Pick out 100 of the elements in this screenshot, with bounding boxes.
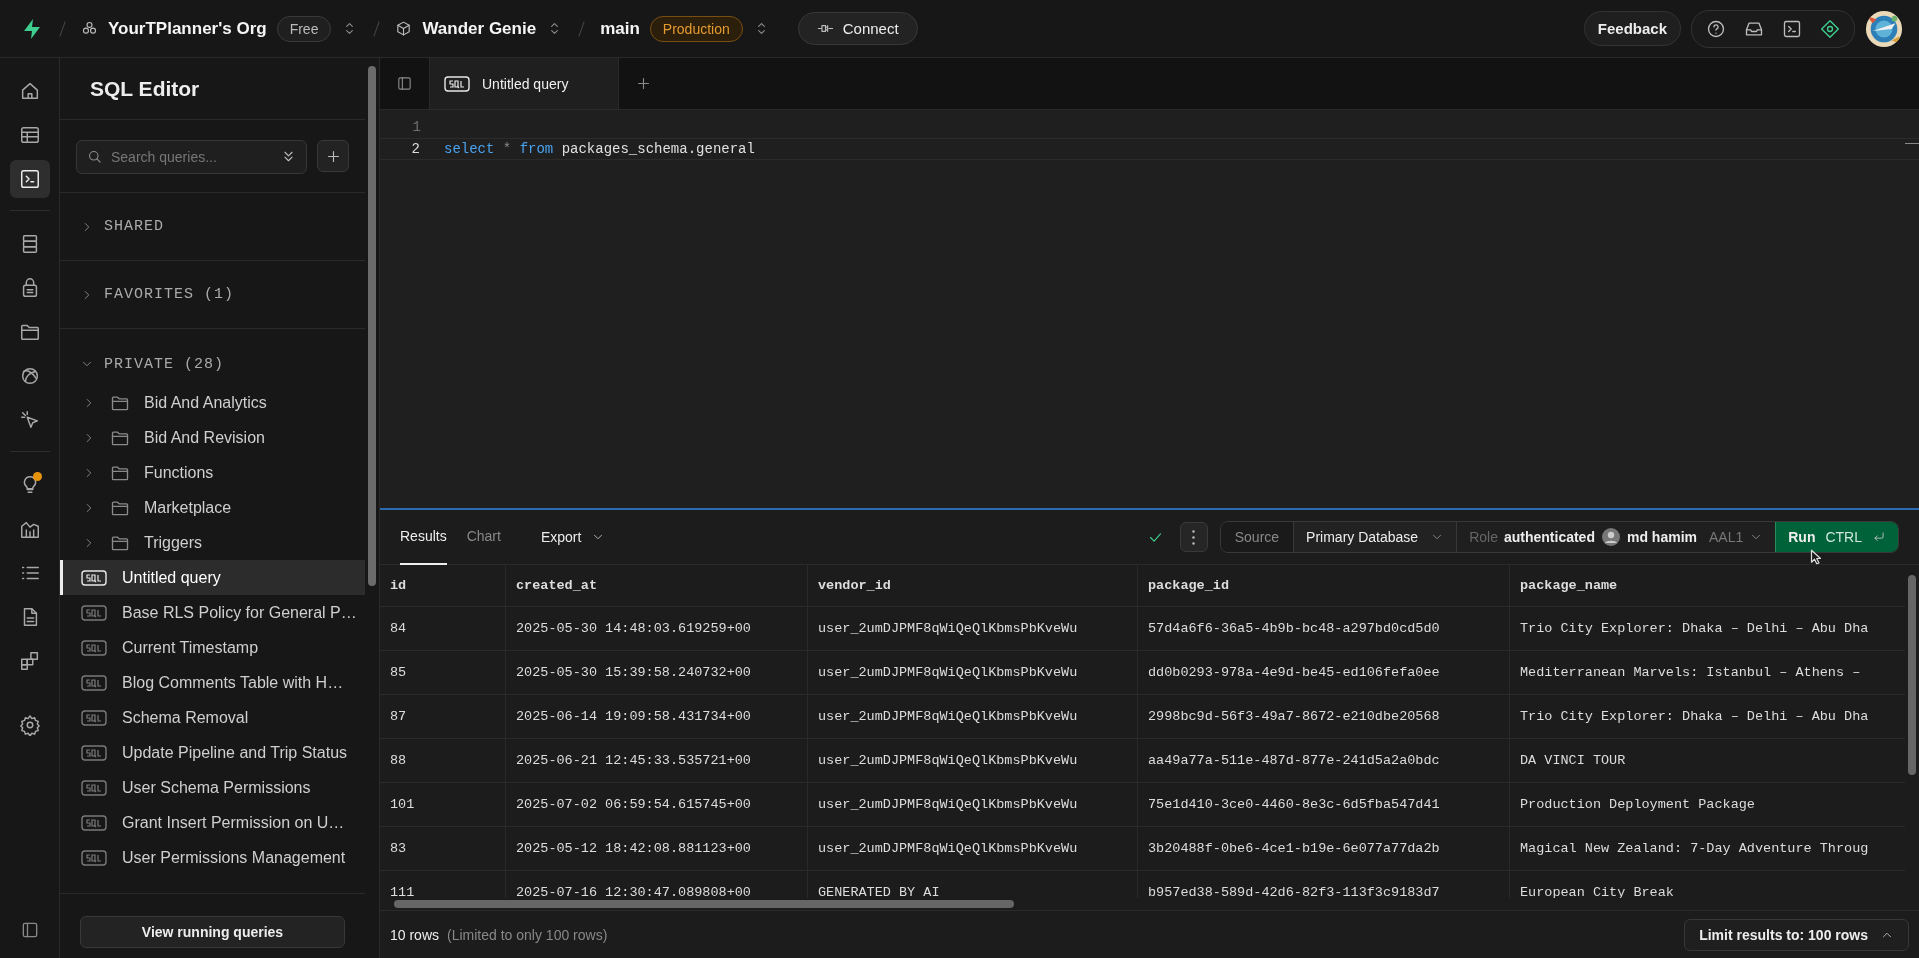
terminal-icon[interactable] — [1782, 18, 1802, 39]
sql-file-icon — [81, 744, 107, 761]
table-cell: 2025-05-12 18:42:08.881123+00 — [506, 827, 808, 870]
plan-badge: Free — [276, 15, 332, 42]
folder-item[interactable]: Bid And Revision — [60, 420, 365, 455]
role-label: Role — [1469, 529, 1498, 545]
role-value: authenticated — [1503, 529, 1595, 545]
user-avatar-icon — [1600, 527, 1621, 547]
editor-tab[interactable]: Untitled query — [430, 58, 620, 109]
folder-item[interactable]: Bid And Analytics — [60, 385, 365, 420]
shortcut-label: CTRL — [1825, 529, 1862, 545]
sql-file-icon — [444, 75, 470, 92]
user-name: md hamim — [1626, 529, 1697, 545]
help-icon[interactable] — [1706, 18, 1726, 39]
query-item[interactable]: Current Timestamp — [60, 630, 365, 665]
table-cell: 88 — [380, 739, 506, 782]
table-cell: 101 — [380, 783, 506, 826]
table-cell: 2025-06-21 12:45:33.535721+00 — [506, 739, 808, 782]
query-item[interactable]: Grant Insert Permission on U… — [60, 805, 365, 840]
table-cell-text: Trio City Explorer: Dhaka – Delhi – Abu Dha — [1519, 620, 1870, 638]
run-button[interactable]: Run CTRL — [1775, 522, 1898, 552]
table-cell-text: European City Break — [1519, 884, 1675, 898]
scrollbar[interactable] — [368, 66, 376, 586]
feedback-button[interactable]: Feedback — [1583, 11, 1681, 46]
table-cell: 2025-07-02 06:59:54.615745+00 — [506, 783, 808, 826]
row-count: 10 rows — [390, 926, 440, 943]
sql-file-icon — [81, 674, 107, 691]
table-cell-text: Production Deployment Package — [1519, 796, 1756, 814]
table-cell: 3b20488f-0be6-4ce1-b19e-6e077a77da2b — [1138, 827, 1510, 870]
project-name[interactable]: Wander Genie — [422, 18, 537, 39]
row-limit-note: (Limited to only 100 rows) — [447, 926, 608, 943]
table-cell: 85 — [380, 651, 506, 694]
table-cell: user_2umDJPMF8qWiQeQlKbmsPbKveWu — [808, 739, 1138, 782]
organization-icon — [81, 20, 98, 37]
environment-badge: Production — [649, 15, 743, 42]
table-cell-text: Mediterranean Marvels: Istanbul – Athens – — [1519, 664, 1862, 682]
query-item[interactable]: Schema Removal — [60, 700, 365, 735]
table-cell: user_2umDJPMF8qWiQeQlKbmsPbKveWu — [808, 783, 1138, 826]
sql-file-icon — [81, 604, 107, 621]
query-item[interactable]: Base RLS Policy for General P… — [60, 595, 365, 630]
export-button[interactable]: Export — [534, 528, 612, 546]
sidebar-title: SQL Editor — [60, 58, 365, 120]
sql-file-icon — [81, 709, 107, 726]
table-cell: user_2umDJPMF8qWiQeQlKbmsPbKveWu — [808, 827, 1138, 870]
scrollbar[interactable] — [1908, 575, 1916, 775]
organization-name[interactable]: YourTPlanner's Org — [108, 18, 267, 39]
query-item[interactable]: Untitled query — [60, 560, 365, 595]
limit-dropdown[interactable]: Limit results to: 100 rows — [1684, 918, 1909, 951]
folder-item[interactable]: Functions — [60, 455, 365, 490]
branch-name[interactable]: main — [600, 18, 640, 39]
query-item[interactable]: Blog Comments Table with H… — [60, 665, 365, 700]
scrollbar[interactable] — [394, 900, 1014, 908]
table-cell: user_2umDJPMF8qWiQeQlKbmsPbKveWu — [808, 607, 1138, 650]
sql-file-icon — [81, 814, 107, 831]
query-item[interactable]: User Permissions Management — [60, 840, 365, 875]
column-header[interactable]: vendor_id — [808, 565, 1138, 606]
line-number: 2 — [410, 141, 421, 157]
code-line: select * from packages_schema.general — [443, 141, 755, 157]
section-header[interactable]: FAVORITES (1) — [60, 261, 365, 328]
column-header[interactable]: created_at — [506, 565, 808, 606]
section-header[interactable]: PRIVATE (28) — [60, 329, 365, 385]
table-cell: 57d4a6f6-36a5-4b9b-bc48-a297bd0cd5d0 — [1138, 607, 1510, 650]
table-cell-text: Magical New Zealand: 7-Day Adventure Throug — [1519, 840, 1870, 858]
table-cell: 2025-05-30 14:48:03.619259+00 — [506, 607, 808, 650]
folder-item[interactable]: Triggers — [60, 525, 365, 560]
source-dropdown[interactable]: Primary Database — [1294, 522, 1458, 552]
add-button[interactable] — [317, 140, 349, 172]
view-running-queries-button[interactable]: View running queries — [80, 916, 345, 948]
table-cell: 84 — [380, 607, 506, 650]
diamond-icon[interactable] — [1820, 18, 1840, 39]
sql-file-icon — [81, 849, 107, 866]
results-tab[interactable]: Chart — [466, 509, 501, 565]
terminal-icon[interactable] — [9, 160, 50, 198]
query-item[interactable]: Update Pipeline and Trip Status — [60, 735, 365, 770]
table-cell: 75e1d410-3ce0-4460-8e3c-6d5fba547d41 — [1138, 783, 1510, 826]
search-field[interactable]: Search queries... — [76, 140, 307, 174]
table-cell: b957ed38-589d-42d6-82f3-113f3c9183d7 — [1138, 871, 1510, 898]
connect-button[interactable]: Connect — [797, 12, 918, 45]
table-cell: 87 — [380, 695, 506, 738]
sidebar-toggle-icon[interactable] — [396, 75, 413, 92]
table-cell: 2998bc9d-56f3-49a7-8672-e210dbe20568 — [1138, 695, 1510, 738]
table-cell: user_2umDJPMF8qWiQeQlKbmsPbKveWu — [808, 651, 1138, 694]
sql-file-icon — [81, 569, 107, 586]
table-cell: user_2umDJPMF8qWiQeQlKbmsPbKveWu — [808, 695, 1138, 738]
search-icon — [86, 148, 103, 165]
more-icon — [1192, 529, 1196, 545]
enter-icon — [1872, 530, 1886, 544]
folder-item[interactable]: Marketplace — [60, 490, 365, 525]
table-cell: 83 — [380, 827, 506, 870]
assurance-level: AAL1 — [1708, 529, 1744, 545]
column-header[interactable]: id — [380, 565, 506, 606]
table-cell: 2025-06-14 19:09:58.431734+00 — [506, 695, 808, 738]
cube-icon — [395, 20, 413, 37]
table-cell: dd0b0293-978a-4e9d-be45-ed106fefa0ee — [1138, 651, 1510, 694]
column-header[interactable]: package_name — [1510, 565, 1905, 606]
query-item[interactable]: User Schema Permissions — [60, 770, 365, 805]
column-header[interactable]: package_id — [1138, 565, 1510, 606]
section-header[interactable]: SHARED — [60, 193, 365, 260]
sql-file-icon — [81, 639, 107, 656]
sql-file-icon — [81, 779, 107, 796]
